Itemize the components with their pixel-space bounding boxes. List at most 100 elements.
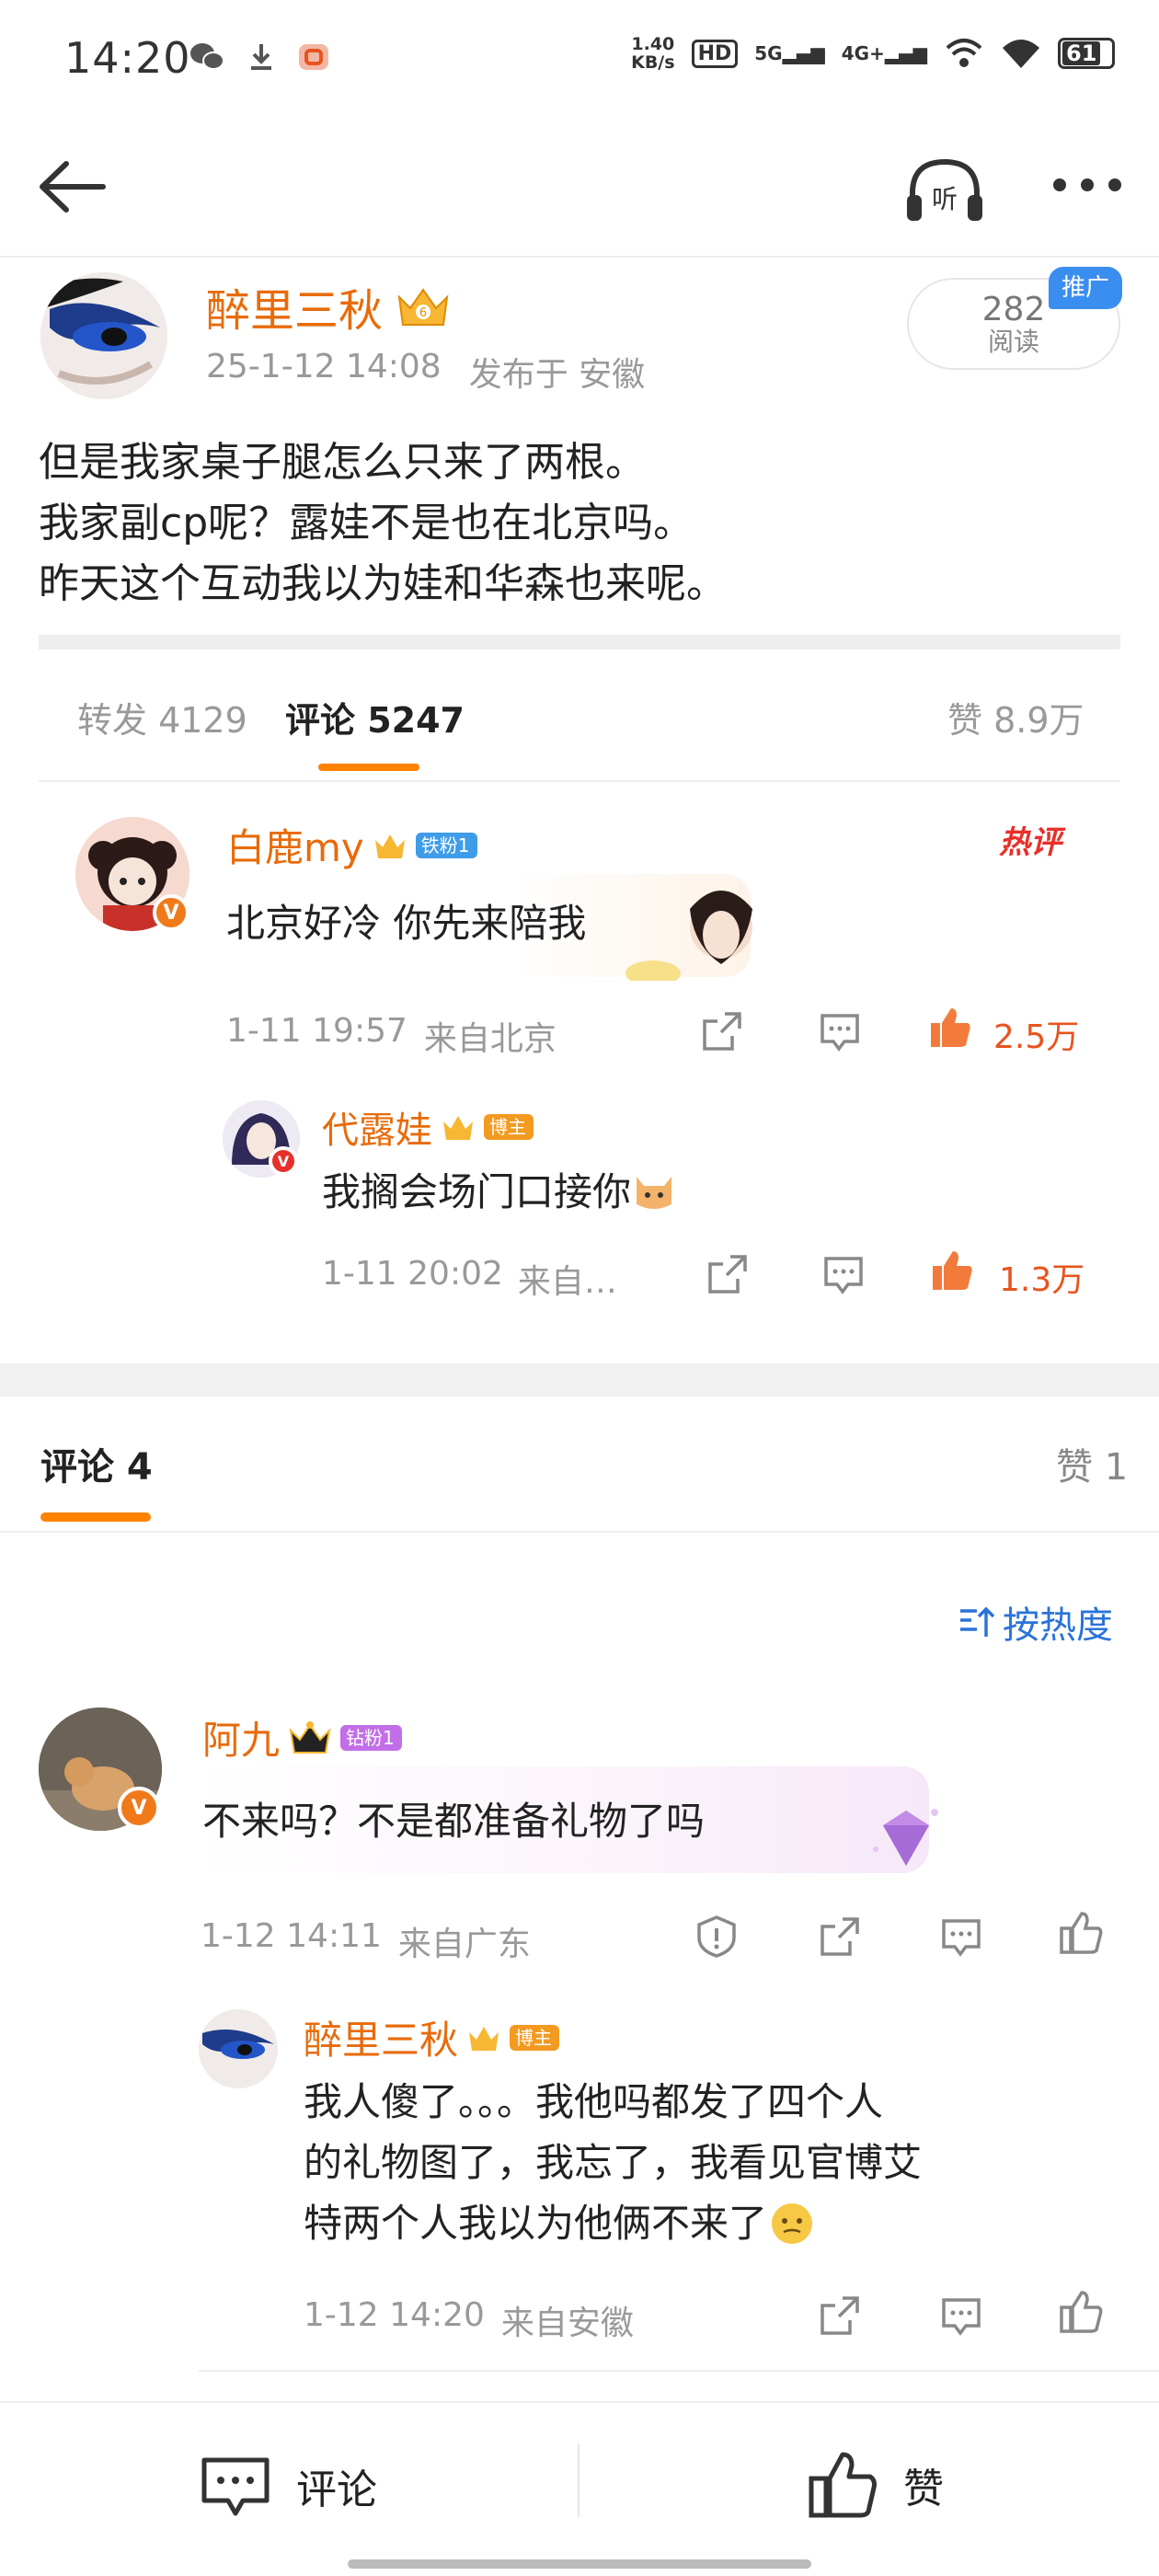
crown-small-icon-2 xyxy=(443,1116,473,1140)
post-text: 但是我家桌子腿怎么只来了两根。 我家副cp呢？露娃不是也在北京吗。 昨天这个互动… xyxy=(39,439,727,607)
share-icon[interactable] xyxy=(699,1008,745,1054)
back-arrow-icon[interactable] xyxy=(33,155,107,219)
home-indicator[interactable] xyxy=(348,2559,811,2569)
reply-comment-icon[interactable] xyxy=(820,1251,866,1297)
tab-comments[interactable]: 评论 5247 xyxy=(285,692,465,742)
promote-badge[interactable]: 推广 xyxy=(1049,267,1122,309)
reply-like-filled-icon[interactable] xyxy=(929,1248,975,1294)
svg-text:6: 6 xyxy=(419,306,427,320)
battery-level: 61 xyxy=(1062,41,1101,65)
reply-location: 来自… xyxy=(517,1263,617,1301)
hot-comment-author-row: 白鹿my 铁粉1 xyxy=(226,817,477,873)
comment-verified-badge: V xyxy=(118,1787,160,1829)
reply-author[interactable]: 代露娃 xyxy=(322,1100,432,1154)
more-options-icon[interactable] xyxy=(1049,162,1126,208)
blogger-reply-author-row: 醉里三秋 博主 xyxy=(304,2009,560,2065)
comments-tabs-divider xyxy=(0,1531,1159,1533)
blogger-reply-share-icon[interactable] xyxy=(817,2293,863,2339)
likes-tab[interactable]: 赞 1 xyxy=(1056,1437,1128,1490)
reply-text: 我搁会场门口接你 xyxy=(322,1169,632,1214)
blogger-reply-line1: 我人傻了。。。我他吗都发了四个人 xyxy=(304,2079,884,2124)
signal-4g-icon: 4G+▂▄▆ xyxy=(841,42,927,64)
notification-icons xyxy=(189,40,330,74)
comments-tab[interactable]: 评论 4 xyxy=(40,1437,153,1490)
section-separator xyxy=(0,1363,1159,1397)
comment-icon[interactable] xyxy=(817,1008,863,1054)
bottom-comment-button[interactable]: 评论 xyxy=(199,2453,377,2519)
post-meta: 25-1-12 14:08 发布于 安徽 xyxy=(206,348,645,396)
signal-5g-icon: 5G▂▄▆ xyxy=(754,42,825,64)
blogger-reply-author[interactable]: 醉里三秋 xyxy=(304,2009,458,2065)
repost-panel-top-line xyxy=(39,635,1120,650)
battery-icon: 61 xyxy=(1058,38,1115,69)
tab-likes[interactable]: 赞 8.9万 xyxy=(947,692,1084,742)
sort-icon xyxy=(960,1606,995,1637)
comment-reply-icon[interactable] xyxy=(938,1914,984,1960)
svg-text:听: 听 xyxy=(932,184,958,214)
tab-comments-indicator xyxy=(318,764,419,771)
report-icon[interactable] xyxy=(694,1914,740,1960)
post-time: 25-1-12 14:08 xyxy=(206,348,442,385)
blogger-reply-comment-icon[interactable] xyxy=(938,2293,984,2339)
reply-meta: 1-11 20:02 来自… xyxy=(322,1255,617,1303)
gift-gem-icon xyxy=(873,1809,938,1866)
tabs-divider xyxy=(39,780,1120,782)
reply-text-row: 我搁会场门口接你 xyxy=(322,1161,677,1217)
comment-like-icon[interactable] xyxy=(1058,1910,1104,1956)
tab-repost[interactable]: 转发 4129 xyxy=(77,692,247,742)
comment-author-row: 阿九 钻粉1 xyxy=(202,1709,402,1765)
bottom-action-bar: 评论 赞 xyxy=(0,2401,1159,2576)
comment-text: 不来吗？不是都准备礼物了吗 xyxy=(202,1799,706,1844)
bottom-bar-top-line xyxy=(0,2401,1159,2403)
blogger-reply-like-icon[interactable] xyxy=(1058,2289,1104,2335)
bottom-like-button[interactable]: 赞 xyxy=(806,2449,944,2521)
comment-author[interactable]: 阿九 xyxy=(202,1709,280,1765)
sort-label: 按热度 xyxy=(1003,1604,1113,1647)
blogger-reply-text: 我人傻了。。。我他吗都发了四个人 的礼物图了，我忘了，我看见官博艾 特两个人我以… xyxy=(304,2072,922,2254)
read-label: 阅读 xyxy=(987,327,1039,357)
bottom-like-label: 赞 xyxy=(903,2466,944,2513)
blogger-reply-badge: 博主 xyxy=(510,2024,560,2051)
reply-divider xyxy=(199,2370,1159,2372)
nav-divider xyxy=(0,256,1159,258)
status-bar: 14:20 1.40 KB/s HD 5G▂▄▆ 4G+▂▄▆ 61 xyxy=(0,0,1159,120)
reply-share-icon[interactable] xyxy=(705,1251,751,1297)
author-name[interactable]: 醉里三秋 xyxy=(206,274,383,339)
reply-time: 1-11 20:02 xyxy=(322,1255,503,1293)
blogger-reply-line2: 的礼物图了，我忘了，我看见官博艾 xyxy=(304,2140,923,2185)
hotspot-icon xyxy=(946,39,982,67)
hot-comment-label: 热评 xyxy=(999,824,1061,861)
signal-5g-label: 5G xyxy=(754,42,783,64)
wifi-icon xyxy=(1003,40,1039,68)
blogger-reply-location: 来自安徽 xyxy=(500,2305,634,2342)
reply-author-row: 代露娃 博主 xyxy=(322,1100,534,1154)
crown-small-icon-3 xyxy=(469,2026,499,2051)
crown-badge-icon: 6 xyxy=(397,288,449,326)
blogger-badge: 博主 xyxy=(484,1114,534,1140)
signal-4g-label: 4G+ xyxy=(841,42,885,64)
crown-small-icon xyxy=(374,834,405,858)
diamond-fan-badge: 钻粉1 xyxy=(340,1724,402,1751)
author-avatar-image xyxy=(40,272,167,399)
blogger-reply-avatar[interactable] xyxy=(199,2009,278,2088)
comment-time: 1-12 14:11 xyxy=(201,1917,382,1955)
bottom-like-icon xyxy=(809,2452,877,2518)
sort-by-hot-button[interactable]: 按热度 xyxy=(957,1595,1113,1649)
cat-emoji-icon xyxy=(637,1176,672,1209)
listen-headphone-icon[interactable]: 听 xyxy=(903,155,986,228)
bottom-bar-divider xyxy=(578,2444,580,2517)
download-icon xyxy=(251,44,271,70)
diamond-crown-icon xyxy=(289,1720,331,1754)
hot-comment-meta: 1-11 19:57 来自北京 xyxy=(226,1012,557,1060)
hot-comment-time: 1-11 19:57 xyxy=(226,1012,407,1050)
blogger-reply-avatar-image xyxy=(199,2009,278,2088)
net-speed-value: 1.40 xyxy=(631,34,675,54)
like-filled-icon[interactable] xyxy=(927,1005,973,1051)
hot-comment-location: 来自北京 xyxy=(423,1020,557,1058)
net-speed: 1.40 KB/s xyxy=(631,35,674,72)
hot-comment-author[interactable]: 白鹿my xyxy=(226,817,364,873)
comment-meta: 1-12 14:11 来自广东 xyxy=(201,1917,531,1965)
hot-comment-like-count: 2.5万 xyxy=(993,1018,1080,1056)
author-avatar[interactable] xyxy=(40,272,167,399)
comment-share-icon[interactable] xyxy=(817,1914,863,1960)
